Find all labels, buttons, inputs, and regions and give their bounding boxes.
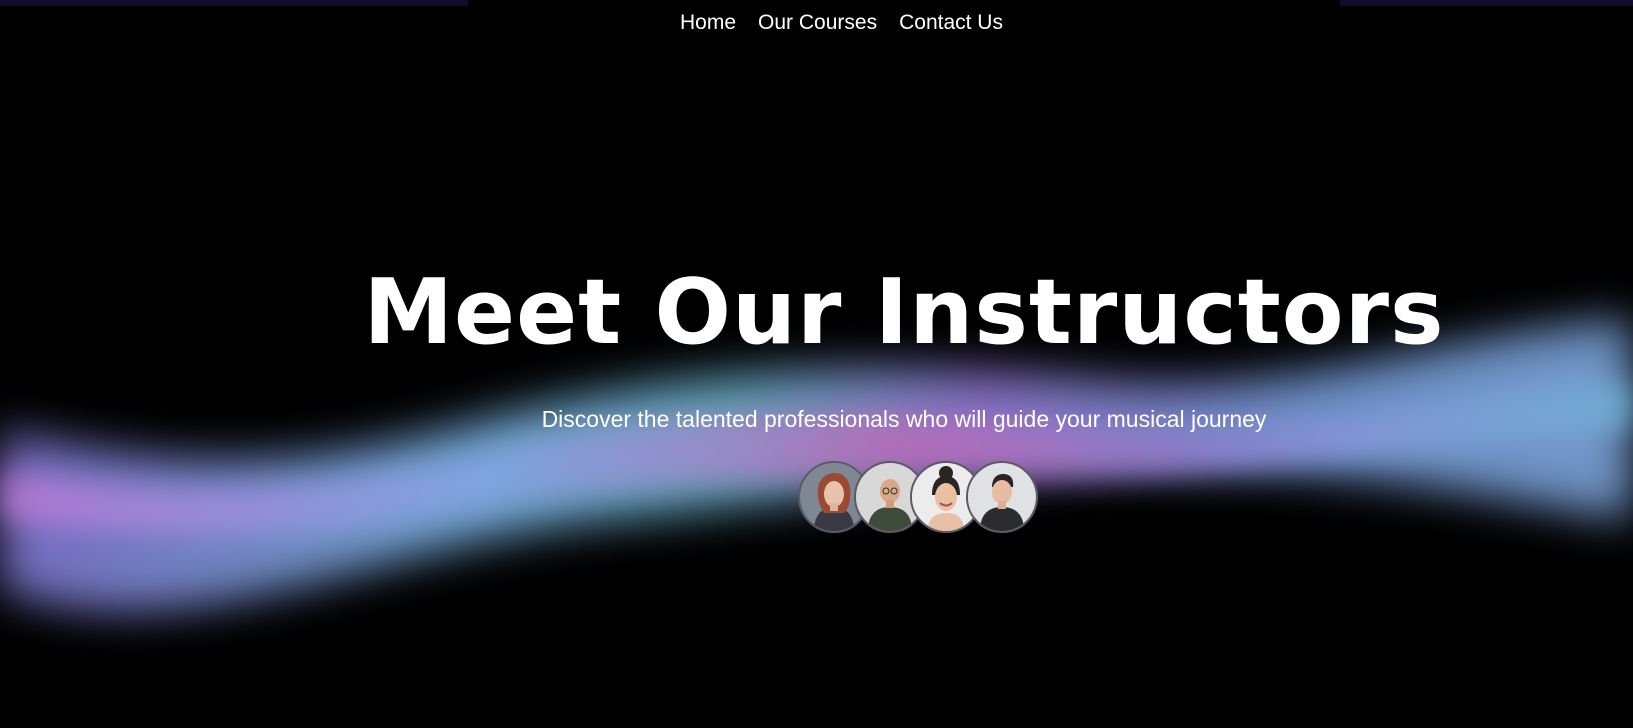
hero-page: Home Our Courses Contact Us Meet Our Ins… bbox=[0, 0, 1633, 728]
nav-link-our-courses[interactable]: Our Courses bbox=[758, 8, 877, 38]
page-title: Meet Our Instructors bbox=[363, 260, 1445, 365]
nav-link-contact-us[interactable]: Contact Us bbox=[899, 8, 1003, 38]
instructor-avatar-4[interactable] bbox=[966, 461, 1038, 533]
young-man-icon bbox=[968, 463, 1036, 531]
nav-link-home[interactable]: Home bbox=[680, 8, 736, 38]
main-nav: Home Our Courses Contact Us bbox=[0, 8, 1633, 38]
page-subtitle: Discover the talented professionals who … bbox=[541, 406, 1267, 432]
instructor-avatar-group bbox=[798, 461, 1038, 533]
